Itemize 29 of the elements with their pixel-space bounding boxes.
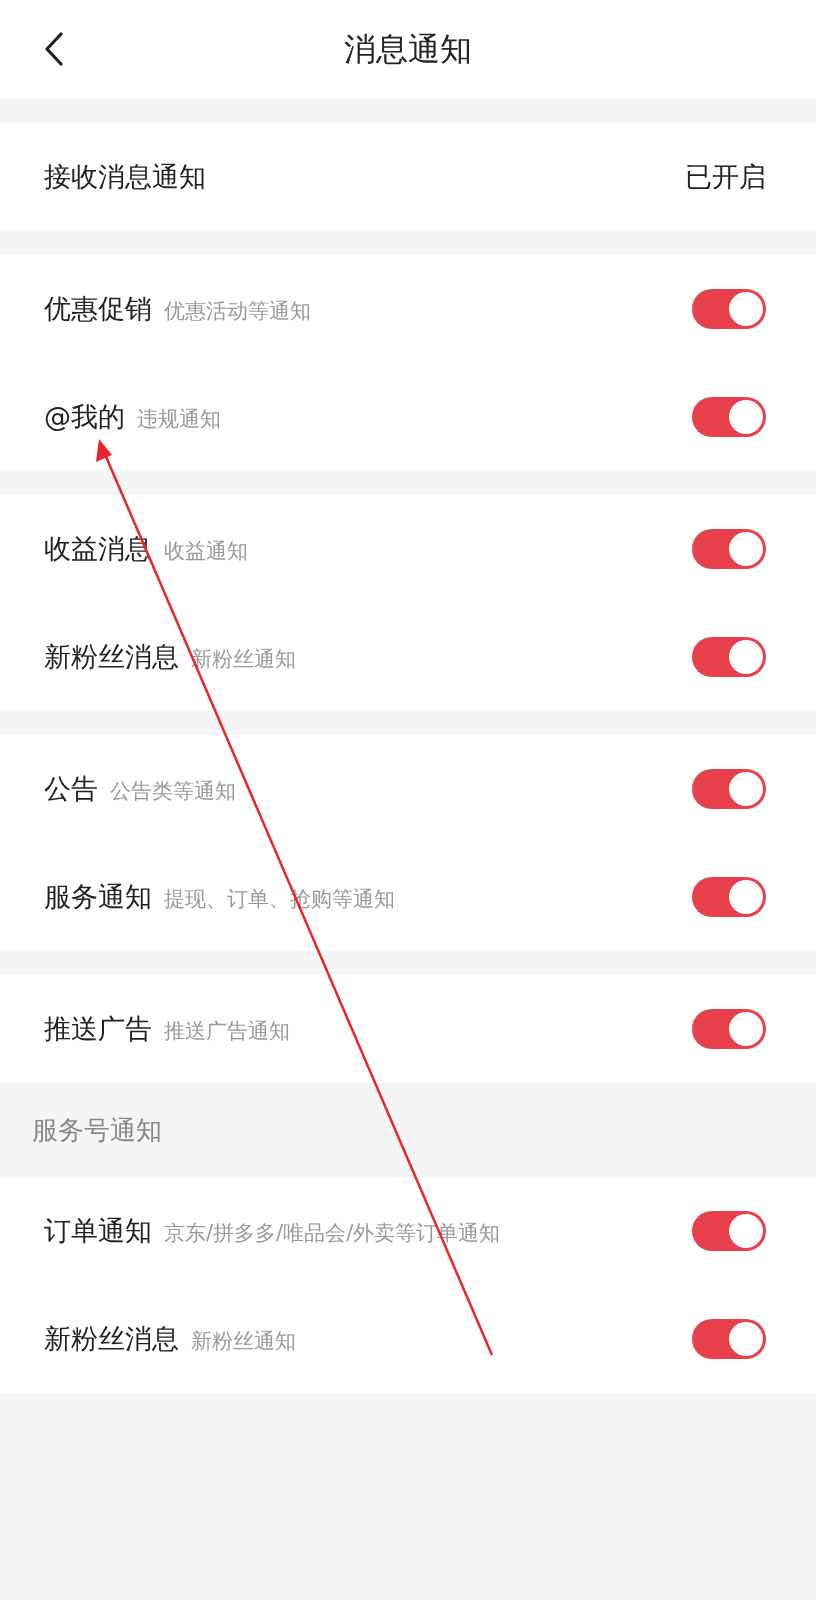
toggle-switch[interactable]	[692, 1211, 766, 1251]
setting-description: 公告类等通知	[110, 778, 236, 805]
setting-label: 推送广告	[44, 1012, 152, 1046]
setting-value: 已开启	[685, 160, 766, 194]
setting-label: 公告	[44, 772, 98, 806]
toggle-switch[interactable]	[692, 637, 766, 677]
notification-setting-row[interactable]: 接收消息通知 已开启	[0, 123, 816, 231]
setting-label: 新粉丝消息	[44, 640, 179, 674]
setting-label: 新粉丝消息	[44, 1322, 179, 1356]
setting-label: 服务通知	[44, 880, 152, 914]
setting-label: 优惠促销	[44, 292, 152, 326]
toggle-switch[interactable]	[692, 1319, 766, 1359]
back-icon[interactable]	[44, 32, 64, 66]
toggle-switch[interactable]	[692, 1009, 766, 1049]
setting-description: 新粉丝通知	[191, 1328, 296, 1355]
toggle-switch[interactable]	[692, 877, 766, 917]
toggle-switch[interactable]	[692, 769, 766, 809]
setting-label: 接收消息通知	[44, 160, 206, 194]
toggle-switch[interactable]	[692, 529, 766, 569]
setting-description: 收益通知	[164, 538, 248, 565]
setting-label: 订单通知	[44, 1214, 152, 1248]
setting-description: 违规通知	[137, 406, 221, 433]
toggle-switch[interactable]	[692, 289, 766, 329]
setting-label: @我的	[44, 400, 125, 434]
toggle-switch[interactable]	[692, 397, 766, 437]
setting-description: 优惠活动等通知	[164, 298, 311, 325]
setting-description: 推送广告通知	[164, 1018, 290, 1045]
page-title: 消息通知	[344, 28, 472, 70]
section-heading: 服务号通知	[32, 1113, 162, 1147]
